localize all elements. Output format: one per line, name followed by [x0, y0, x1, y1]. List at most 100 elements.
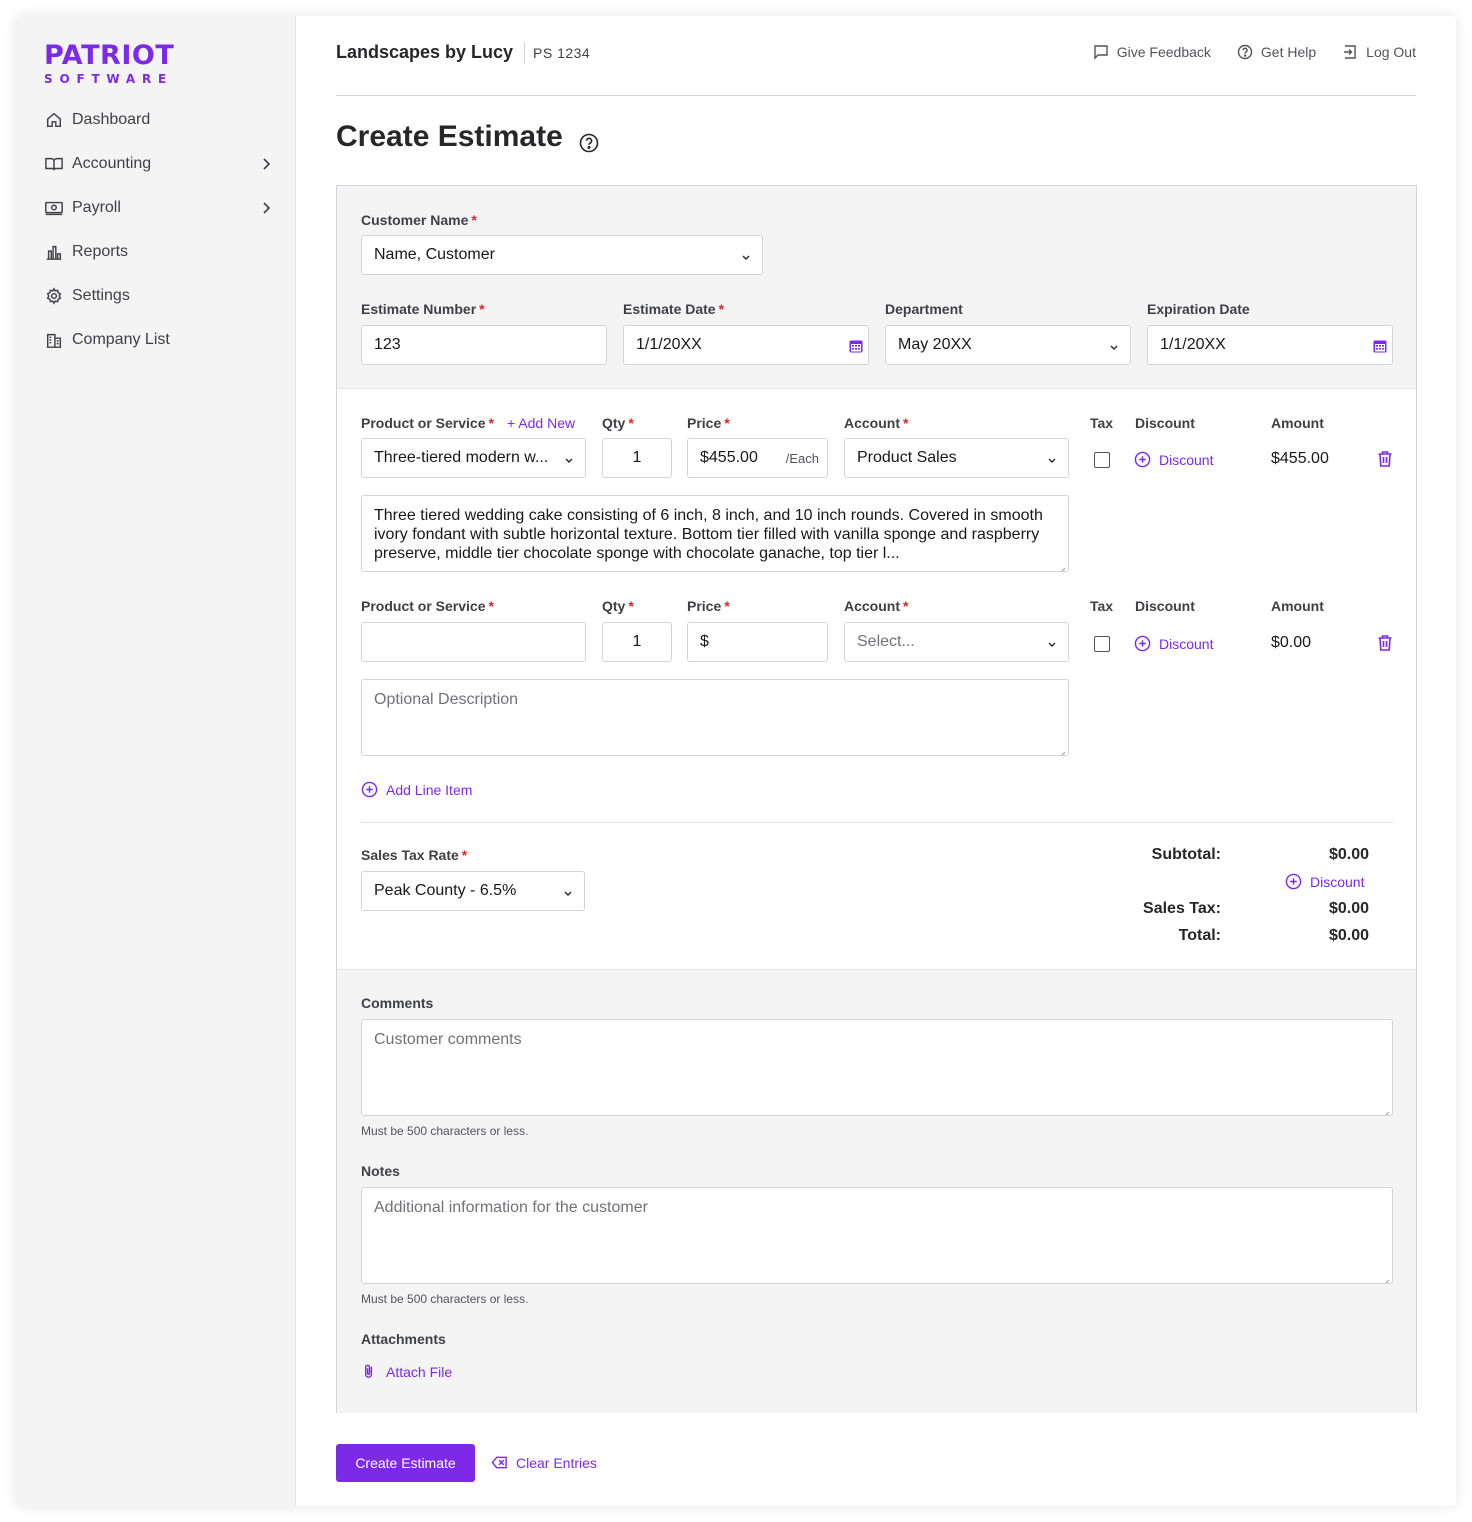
tax-label: Tax — [1090, 415, 1114, 431]
sales-tax-rate-value: Peak County - 6.5% — [374, 882, 517, 899]
sidebar-item-dashboard[interactable]: Dashboard — [44, 98, 272, 142]
expiration-date-input[interactable]: 1/1/20XX — [1147, 325, 1393, 365]
chevron-right-icon — [256, 154, 276, 174]
account-select[interactable]: Product Sales — [844, 438, 1069, 478]
top-links: Give Feedback Get Help Log Out — [1067, 44, 1416, 60]
estimate-number-input[interactable]: 123 — [361, 325, 607, 365]
department-select[interactable]: May 20XX — [885, 325, 1131, 365]
page-title: Create Estimate — [336, 120, 599, 154]
price-unit: /Each — [785, 451, 819, 466]
logo-wordmark: PATRIOT — [44, 40, 175, 71]
book-icon — [44, 154, 64, 174]
comments-hint: Must be 500 characters or less. — [361, 1124, 529, 1138]
product-select[interactable]: Three-tiered modern w... — [361, 438, 586, 478]
logo-subtitle: SOFTWARE — [44, 72, 174, 86]
paperclip-icon — [361, 1363, 378, 1380]
logout-icon — [1342, 44, 1358, 60]
clear-entries-button[interactable]: Clear Entries — [491, 1454, 597, 1471]
qty-input[interactable]: 1 — [602, 438, 672, 478]
resize-handle-icon[interactable] — [1382, 1105, 1390, 1115]
sales-tax-value: $0.00 — [1328, 900, 1369, 917]
estimate-form: Customer Name * Name, Customer Estimate N… — [336, 185, 1417, 1413]
feedback-label: Give Feedback — [1116, 44, 1211, 60]
logout-label: Log Out — [1366, 44, 1416, 60]
patriot-logo[interactable]: PATRIOT SOFTWARE — [44, 42, 174, 87]
qty-input[interactable]: 1 — [602, 622, 672, 662]
sales-tax-rate-select[interactable]: Peak County - 6.5% — [361, 871, 585, 911]
notes-textarea[interactable]: Additional information for the customer — [361, 1187, 1393, 1284]
main-content: Landscapes by Lucy PS 1234 Give Feedback… — [336, 16, 1417, 1506]
subtotal-value: $0.00 — [1328, 846, 1369, 863]
trash-icon[interactable] — [1376, 450, 1394, 468]
add-line-item-button[interactable]: Add Line Item — [361, 781, 472, 798]
sidebar-item-accounting[interactable]: Accounting — [44, 142, 272, 186]
price-label: Price * — [687, 415, 730, 431]
calendar-icon[interactable] — [848, 338, 864, 354]
resize-handle-icon[interactable] — [1382, 1273, 1390, 1283]
app-window: PATRIOT SOFTWARE Dashboard Accounting Pa… — [16, 16, 1456, 1506]
account-select[interactable]: Select... — [844, 622, 1069, 662]
discount-label: Discount — [1135, 415, 1195, 431]
product-label: Product or Service * — [361, 598, 494, 614]
line-discount-link[interactable]: Discount — [1134, 635, 1213, 652]
plus-circle-icon — [1134, 451, 1151, 468]
money-icon — [44, 198, 64, 218]
log-out-link[interactable]: Log Out — [1342, 44, 1416, 60]
sidebar-item-label: Accounting — [72, 155, 152, 172]
line-description[interactable]: Optional Description — [361, 679, 1069, 756]
resize-handle-icon[interactable] — [1058, 561, 1066, 571]
attach-file-link[interactable]: Attach File — [361, 1363, 452, 1380]
description-placeholder: Optional Description — [374, 691, 519, 708]
sidebar-item-settings[interactable]: Settings — [44, 274, 272, 318]
tax-checkbox[interactable] — [1094, 452, 1110, 468]
create-estimate-button[interactable]: Create Estimate — [336, 1444, 475, 1482]
expiration-date-label: Expiration Date — [1147, 301, 1250, 317]
sidebar: PATRIOT SOFTWARE Dashboard Accounting Pa… — [16, 16, 296, 1506]
bar-chart-icon — [44, 242, 64, 262]
get-help-link[interactable]: Get Help — [1237, 44, 1316, 60]
sidebar-item-company-list[interactable]: Company List — [44, 318, 272, 362]
building-icon — [44, 330, 64, 350]
total-discount-link[interactable]: Discount — [1285, 873, 1364, 890]
price-input[interactable]: $ — [687, 622, 828, 662]
customer-name-value: Name, Customer — [374, 246, 495, 263]
price-value: $ — [700, 633, 709, 650]
trash-icon[interactable] — [1376, 634, 1394, 652]
help-circle-icon[interactable] — [579, 127, 599, 153]
qty-label: Qty * — [602, 598, 634, 614]
line-amount: $0.00 — [1271, 634, 1312, 651]
add-new-product-link[interactable]: + Add New — [507, 415, 575, 431]
resize-handle-icon[interactable] — [1058, 745, 1066, 755]
qty-value: 1 — [632, 633, 642, 650]
qty-value: 1 — [632, 449, 642, 466]
tax-checkbox[interactable] — [1094, 636, 1110, 652]
calendar-icon[interactable] — [1372, 338, 1388, 354]
sales-tax-rate-label: Sales Tax Rate * — [361, 847, 468, 863]
sidebar-item-label: Payroll — [72, 199, 121, 216]
chevron-down-icon — [740, 250, 752, 262]
plus-circle-icon — [361, 781, 378, 798]
chevron-down-icon — [562, 886, 574, 898]
line-discount-link[interactable]: Discount — [1134, 451, 1213, 468]
sidebar-item-reports[interactable]: Reports — [44, 230, 272, 274]
home-icon — [44, 110, 64, 130]
chevron-down-icon — [1046, 637, 1058, 649]
estimate-number-value: 123 — [374, 336, 401, 353]
chevron-down-icon — [563, 453, 575, 465]
line-amount: $455.00 — [1271, 450, 1329, 467]
company-id: PS 1234 — [524, 42, 590, 64]
sidebar-nav: Dashboard Accounting Payroll Reports Set… — [44, 98, 272, 362]
give-feedback-link[interactable]: Give Feedback — [1093, 44, 1211, 60]
comment-icon — [1093, 44, 1109, 60]
product-input[interactable] — [361, 622, 586, 662]
page-title-text: Create Estimate — [336, 120, 563, 153]
sidebar-item-payroll[interactable]: Payroll — [44, 186, 272, 230]
customer-name-select[interactable]: Name, Customer — [361, 235, 763, 275]
price-input[interactable]: $455.00 /Each — [687, 438, 828, 478]
estimate-date-label: Estimate Date * — [623, 301, 725, 317]
sidebar-item-label: Reports — [72, 243, 129, 260]
estimate-date-input[interactable]: 1/1/20XX — [623, 325, 869, 365]
line-description[interactable]: Three tiered wedding cake consisting of … — [361, 495, 1069, 572]
expiration-date-value: 1/1/20XX — [1160, 336, 1226, 353]
comments-textarea[interactable]: Customer comments — [361, 1019, 1393, 1116]
